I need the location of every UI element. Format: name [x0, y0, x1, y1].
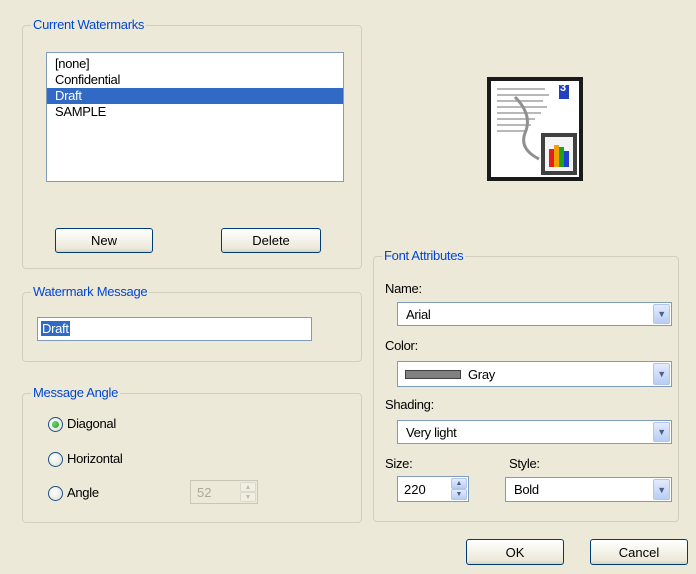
angle-spinner[interactable]: 52 ▲ ▼	[190, 480, 258, 504]
size-down-icon[interactable]: ▼	[451, 489, 467, 500]
preview-page-icon	[487, 77, 583, 181]
size-up-icon[interactable]: ▲	[451, 478, 467, 489]
watermark-preview-image	[485, 75, 585, 183]
cancel-button[interactable]: Cancel	[590, 539, 688, 565]
radio-horizontal[interactable]	[48, 452, 63, 467]
angle-up-icon[interactable]: ▲	[240, 482, 256, 492]
radio-diagonal[interactable]	[48, 417, 63, 432]
font-color-select[interactable]: Gray ▼	[397, 361, 672, 387]
radio-diagonal-label[interactable]: Diagonal	[67, 416, 116, 431]
chevron-down-icon[interactable]: ▼	[653, 304, 670, 324]
watermarks-listbox[interactable]: [none] Confidential Draft SAMPLE	[46, 52, 344, 182]
current-watermarks-title: Current Watermarks	[31, 17, 147, 32]
watermark-item-none[interactable]: [none]	[47, 56, 343, 72]
font-color-value: Gray	[468, 367, 495, 382]
radio-angle-label[interactable]: Angle	[67, 485, 99, 500]
name-label: Name:	[385, 281, 422, 296]
delete-button[interactable]: Delete	[221, 228, 321, 253]
style-label: Style:	[509, 456, 540, 471]
radio-selected-dot	[52, 421, 59, 428]
watermark-item-draft[interactable]: Draft	[47, 88, 343, 104]
angle-down-icon[interactable]: ▼	[240, 492, 256, 502]
font-name-value: Arial	[406, 307, 431, 322]
watermark-message-input[interactable]: Draft	[37, 317, 312, 341]
shading-value: Very light	[406, 425, 457, 440]
size-label: Size:	[385, 456, 413, 471]
font-name-select[interactable]: Arial ▼	[397, 302, 672, 326]
angle-value: 52	[197, 485, 212, 500]
watermark-item-sample[interactable]: SAMPLE	[47, 104, 343, 120]
font-attributes-title: Font Attributes	[382, 248, 466, 263]
font-style-select[interactable]: Bold ▼	[505, 477, 672, 502]
size-value: 220	[404, 482, 426, 497]
shading-label: Shading:	[385, 397, 434, 412]
chevron-down-icon[interactable]: ▼	[653, 363, 670, 385]
font-style-value: Bold	[514, 482, 539, 497]
radio-angle[interactable]	[48, 486, 63, 501]
chevron-down-icon[interactable]: ▼	[653, 422, 670, 442]
ok-button[interactable]: OK	[466, 539, 564, 565]
color-label: Color:	[385, 338, 418, 353]
watermark-item-confidential[interactable]: Confidential	[47, 72, 343, 88]
shading-select[interactable]: Very light ▼	[397, 420, 672, 444]
watermark-message-value: Draft	[41, 321, 70, 336]
message-angle-title: Message Angle	[31, 385, 120, 400]
radio-horizontal-label[interactable]: Horizontal	[67, 451, 123, 466]
chevron-down-icon[interactable]: ▼	[653, 479, 670, 500]
new-button[interactable]: New	[55, 228, 153, 253]
preview-page-number: 3	[560, 82, 567, 94]
color-swatch	[405, 370, 461, 379]
watermark-message-title: Watermark Message	[31, 284, 150, 299]
size-spinner[interactable]: 220 ▲ ▼	[397, 476, 469, 502]
